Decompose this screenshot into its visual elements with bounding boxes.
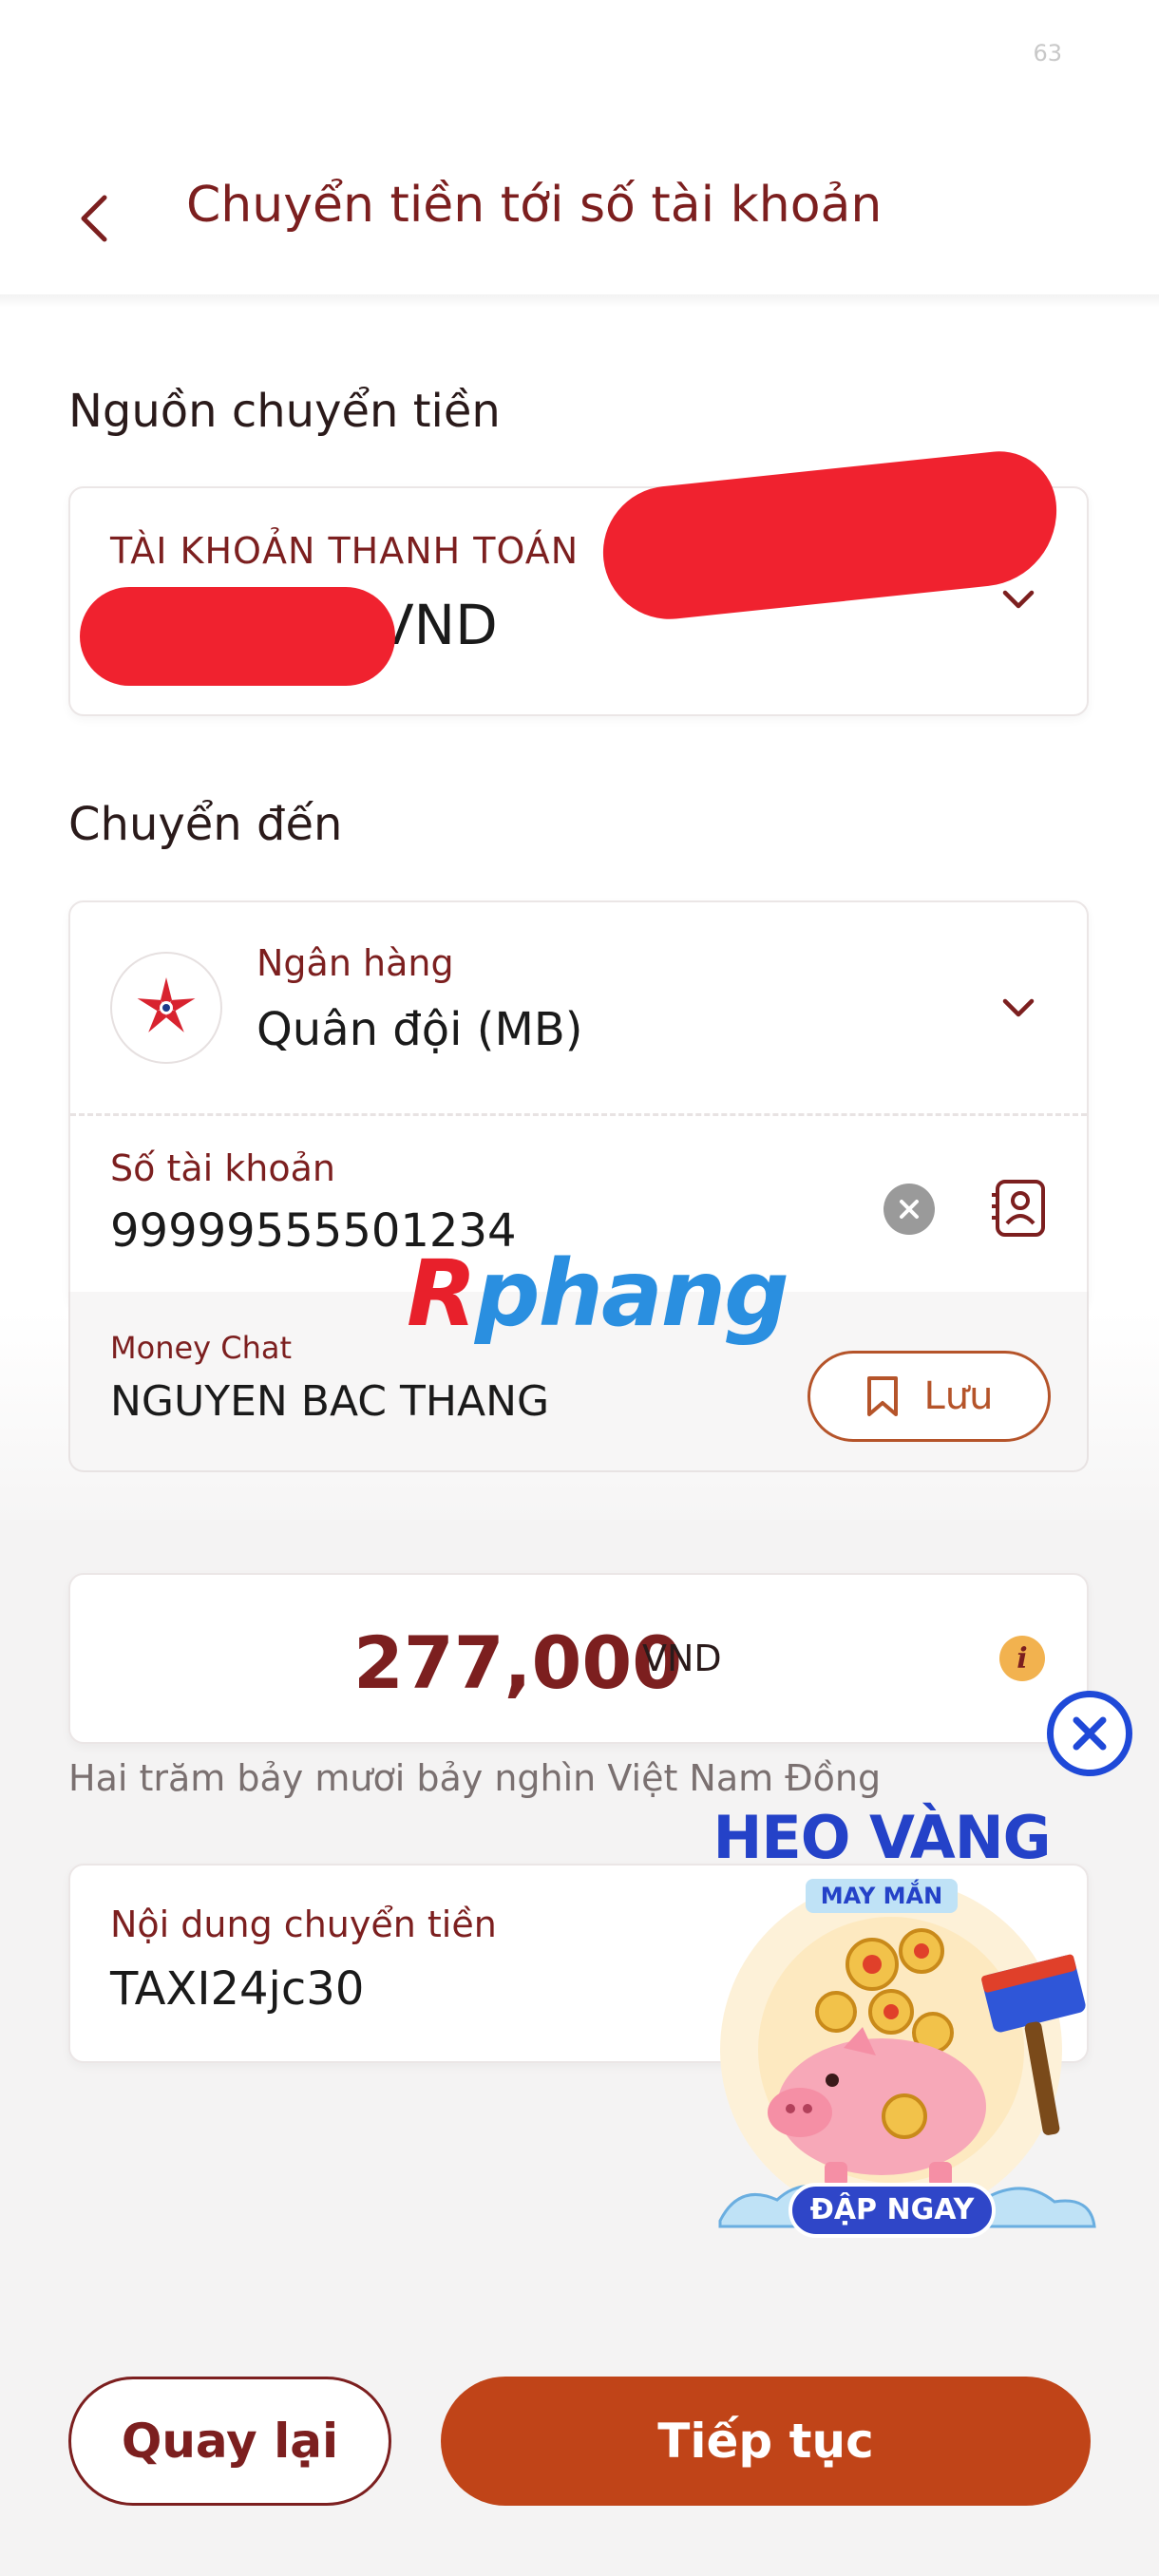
bookmark-icon — [866, 1376, 898, 1416]
bank-label: Ngân hàng — [256, 942, 454, 984]
clear-icon[interactable] — [884, 1184, 935, 1235]
promo-cta-button[interactable]: ĐẬP NGAY — [788, 2183, 996, 2238]
contacts-icon[interactable] — [988, 1178, 1049, 1239]
info-icon[interactable]: i — [999, 1636, 1045, 1681]
continue-button[interactable]: Tiếp tục — [441, 2377, 1091, 2506]
source-account-label: TÀI KHOẢN THANH TOÁN — [110, 530, 580, 572]
promo-close-button[interactable] — [1047, 1691, 1132, 1776]
transfer-content-input[interactable]: TAXI24jc30 — [110, 1962, 364, 2016]
source-account-currency: VND — [376, 593, 498, 657]
amount-value: 277,000 — [353, 1620, 683, 1705]
header-shadow — [0, 294, 1159, 308]
beneficiary-label: Money Chat — [110, 1330, 293, 1366]
save-button-label: Lưu — [923, 1374, 994, 1418]
page-title: Chuyển tiền tới số tài khoản — [186, 177, 883, 234]
back-arrow-icon[interactable] — [78, 180, 135, 256]
close-icon — [1073, 1716, 1107, 1751]
beneficiary-name: NGUYEN BAC THANG — [110, 1377, 550, 1426]
source-account-selector[interactable]: TÀI KHOẢN THANH TOÁN VND — [68, 445, 1089, 716]
bank-name: Quân đội (MB) — [256, 1003, 583, 1056]
redaction-mark — [80, 587, 395, 686]
account-number-label: Số tài khoản — [110, 1147, 335, 1189]
status-number: 63 — [1033, 40, 1062, 66]
amount-currency: VND — [642, 1638, 722, 1679]
destination-section-title: Chuyển đến — [68, 798, 343, 851]
bank-selector[interactable]: Ngân hàng Quân đội (MB) — [70, 902, 1087, 1113]
source-section-title: Nguồn chuyển tiền — [68, 385, 501, 438]
mb-bank-logo — [110, 952, 222, 1064]
promo-subtitle: MAY MẮN — [806, 1879, 958, 1913]
transfer-content-label: Nội dung chuyển tiền — [110, 1904, 497, 1945]
chevron-down-icon — [1002, 998, 1035, 1017]
amount-card[interactable]: 277,000 VND i — [68, 1573, 1089, 1744]
amount-in-words: Hai trăm bảy mươi bảy nghìn Việt Nam Đồn… — [68, 1757, 882, 1799]
save-beneficiary-button[interactable]: Lưu — [808, 1351, 1051, 1442]
promo-title: HEO VÀNG — [712, 1803, 1051, 1872]
app-header: Chuyển tiền tới số tài khoản — [0, 123, 1159, 300]
back-button[interactable]: Quay lại — [68, 2377, 391, 2506]
watermark-logo: Rphang — [407, 1241, 789, 1347]
chevron-down-icon — [1002, 590, 1035, 609]
promo-widget[interactable]: HEO VÀNG MAY MẮN ĐẬP NGAY — [701, 1803, 1119, 2259]
divider — [70, 1113, 1087, 1116]
